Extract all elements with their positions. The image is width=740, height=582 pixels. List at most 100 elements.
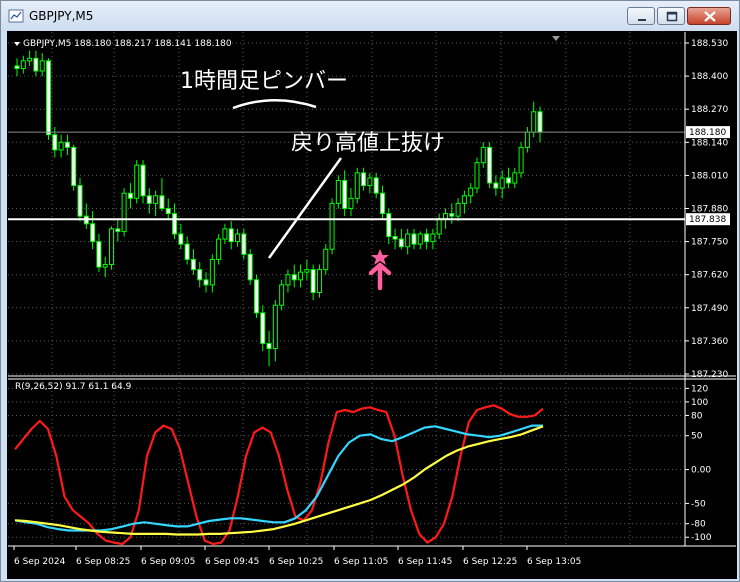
pin-bar-brace xyxy=(232,99,317,110)
candle xyxy=(505,167,511,189)
chart-menu-triangle-icon[interactable] xyxy=(14,42,20,46)
close-button[interactable] xyxy=(687,7,731,25)
candle xyxy=(39,53,45,77)
bear-candle-body xyxy=(96,241,102,268)
maximize-button[interactable] xyxy=(657,7,685,25)
bear-candle-body xyxy=(537,111,543,133)
candle xyxy=(209,254,215,293)
maximize-icon xyxy=(666,11,678,22)
candle xyxy=(127,183,133,209)
oscillator-tick-label: 100 xyxy=(691,398,708,408)
candle xyxy=(537,106,543,143)
close-icon xyxy=(704,11,716,22)
candle xyxy=(159,177,165,212)
chart-window-icon xyxy=(8,9,24,23)
oscillator-label: R(9,26,52) 91.7 61.1 64.9 xyxy=(15,382,132,392)
bull-candle-body xyxy=(348,197,354,209)
time-tick-label: 6 Sep 08:25 xyxy=(76,557,130,567)
candle xyxy=(379,185,385,219)
candle xyxy=(424,228,430,250)
time-tick-label: 6 Sep 11:05 xyxy=(334,557,388,567)
time-tick-label: 6 Sep 10:25 xyxy=(269,557,323,567)
candle xyxy=(335,175,341,209)
bull-candle-body xyxy=(216,238,222,260)
bear-candle-body xyxy=(140,164,146,197)
time-tick-label: 6 Sep 12:25 xyxy=(463,557,517,567)
chart-area[interactable]: 187.838 188.180 188.530 188.400 188.270 188.… xyxy=(7,31,737,579)
bear-candle-body xyxy=(33,57,39,72)
bear-candle-body xyxy=(424,233,430,243)
minimize-icon xyxy=(638,19,646,21)
minimize-button[interactable] xyxy=(627,7,655,25)
candle xyxy=(235,228,241,247)
candle xyxy=(46,58,52,140)
candle xyxy=(304,259,310,280)
candle xyxy=(222,223,228,245)
bull-candle-body xyxy=(480,146,486,164)
window-title: GBPJPY,M5 xyxy=(29,9,94,23)
candle xyxy=(518,142,524,178)
candle xyxy=(493,175,499,196)
bear-candle-body xyxy=(52,134,58,151)
bull-candle-body xyxy=(512,172,518,184)
bear-candle-body xyxy=(379,192,385,215)
bull-candle-body xyxy=(121,192,127,232)
price-chart[interactable]: 187.838 188.180 188.530 188.400 188.270 188.… xyxy=(8,32,736,578)
bear-candle-body xyxy=(77,185,83,217)
candle xyxy=(228,221,234,250)
bull-candle-body xyxy=(335,179,341,204)
bull-candle-body xyxy=(474,162,480,189)
bear-candle-body xyxy=(487,146,493,184)
bear-candle-body xyxy=(386,213,392,238)
bear-candle-body xyxy=(260,312,266,344)
bear-candle-body xyxy=(291,274,297,281)
bull-candle-body xyxy=(329,202,335,250)
candle xyxy=(115,218,121,242)
candle xyxy=(184,236,190,265)
oscillator-tick-label: -80 xyxy=(691,520,706,530)
price-tick-label: 187.360 xyxy=(691,337,728,347)
candle xyxy=(367,172,373,194)
candle xyxy=(468,183,474,204)
candle xyxy=(58,134,64,158)
candle xyxy=(203,272,209,293)
candle xyxy=(373,172,379,199)
bull-candle-body xyxy=(468,187,474,197)
time-tick-label: 6 Sep 09:05 xyxy=(141,557,195,567)
time-tick-label: 6 Sep 09:45 xyxy=(205,557,259,567)
candle xyxy=(20,55,26,74)
oscillator-tick-label: 80 xyxy=(691,411,703,421)
candle xyxy=(272,300,278,362)
candle xyxy=(417,231,423,250)
bear-candle-body xyxy=(115,228,121,232)
bear-candle-body xyxy=(146,195,152,204)
bull-candle-body xyxy=(109,228,115,266)
bull-candle-body xyxy=(58,141,64,151)
price-tick-label: 187.620 xyxy=(691,271,728,281)
bear-candle-body xyxy=(228,228,234,243)
bear-candle-body xyxy=(46,60,52,136)
title-bar[interactable]: GBPJPY,M5 xyxy=(1,1,739,31)
bull-candle-body xyxy=(235,233,241,243)
oscillator-tick-label: 120 xyxy=(691,384,708,394)
bull-candle-body xyxy=(405,233,411,248)
grid-lines xyxy=(8,32,736,546)
bear-candle-body xyxy=(253,279,259,314)
candle xyxy=(197,261,203,288)
candle xyxy=(291,264,297,288)
candle xyxy=(96,233,102,273)
bull-candle-body xyxy=(222,228,228,240)
candle xyxy=(109,226,115,270)
bear-candle-body xyxy=(184,243,190,260)
bear-candle-body xyxy=(449,213,455,217)
candle xyxy=(455,198,461,222)
bull-candle-body xyxy=(323,248,329,271)
price-tick-label: 187.750 xyxy=(691,238,728,248)
bear-candle-body xyxy=(127,192,133,199)
bull-candle-body xyxy=(417,233,423,245)
bear-candle-body xyxy=(14,65,20,69)
candle xyxy=(392,228,398,250)
price-tick-label: 188.400 xyxy=(691,72,728,82)
oscillator-tick-label: -100 xyxy=(691,533,712,543)
candle xyxy=(329,198,335,255)
